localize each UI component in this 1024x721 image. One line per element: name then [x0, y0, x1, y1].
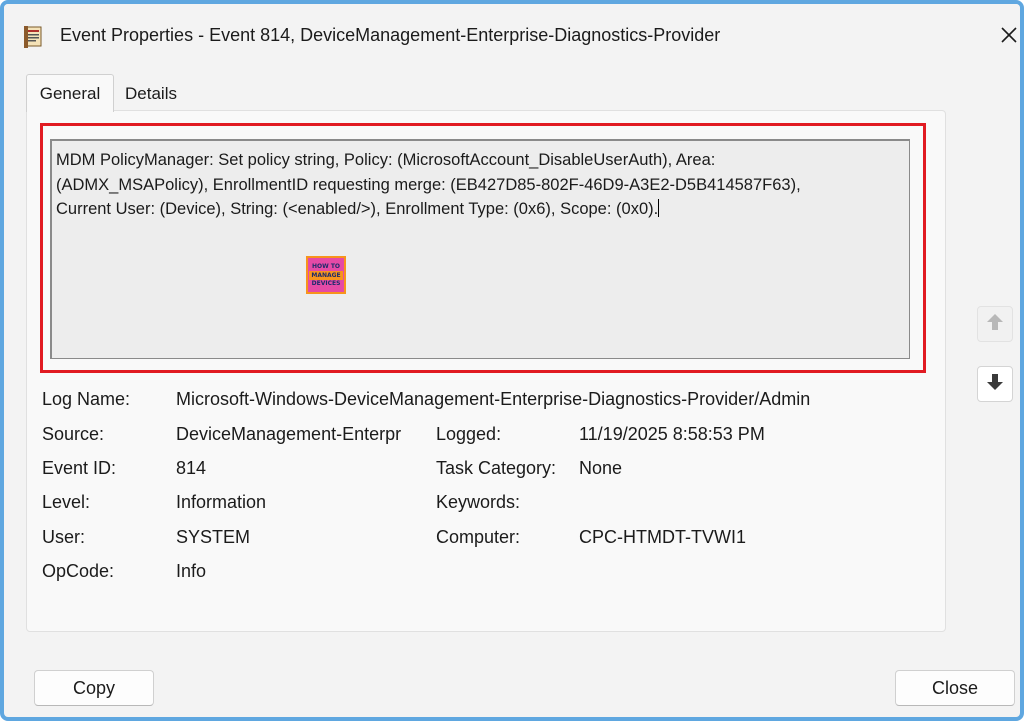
- arrow-down-icon: [985, 372, 1005, 397]
- close-button[interactable]: Close: [895, 670, 1015, 706]
- event-viewer-icon: [24, 26, 44, 48]
- source-value[interactable]: DeviceManagement-Enterpr: [176, 424, 401, 445]
- task-category-value[interactable]: None: [579, 458, 622, 479]
- logged-value[interactable]: 11/19/2025 8:58:53 PM: [579, 424, 765, 445]
- source-label: Source:: [42, 424, 105, 444]
- user-label: User:: [42, 527, 86, 547]
- level-value[interactable]: Information: [176, 492, 266, 513]
- logged-label: Logged:: [436, 424, 502, 444]
- tab-general[interactable]: General: [26, 74, 114, 112]
- keywords-label: Keywords:: [436, 492, 521, 512]
- watermark-logo: HOW TO MANAGE DEVICES: [306, 256, 346, 294]
- arrow-up-icon: [985, 312, 1005, 337]
- watermark-line-3: DEVICES: [311, 280, 341, 287]
- computer-label: Computer:: [436, 527, 521, 547]
- copy-button[interactable]: Copy: [34, 670, 154, 706]
- window-title: Event Properties - Event 814, DeviceMana…: [60, 25, 721, 45]
- description-line-1: MDM PolicyManager: Set policy string, Po…: [56, 151, 716, 169]
- user-value[interactable]: SYSTEM: [176, 527, 250, 548]
- watermark-bar: MANAGE: [309, 271, 343, 280]
- tab-details[interactable]: Details: [116, 78, 186, 110]
- next-event-button[interactable]: [977, 366, 1013, 402]
- text-caret: [658, 199, 660, 217]
- title-bar: Event Properties - Event 814, DeviceMana…: [4, 4, 1020, 66]
- event-description[interactable]: MDM PolicyManager: Set policy string, Po…: [50, 139, 910, 359]
- watermark-line-2: MANAGE: [311, 272, 341, 279]
- log-name-label: Log Name:: [42, 389, 131, 409]
- description-line-3: Current User: (Device), String: (<enable…: [56, 200, 659, 218]
- event-id-label: Event ID:: [42, 458, 117, 478]
- close-icon[interactable]: [994, 20, 1020, 50]
- computer-value[interactable]: CPC-HTMDT-TVWI1: [579, 527, 746, 548]
- task-category-label: Task Category:: [436, 458, 557, 478]
- opcode-label: OpCode:: [42, 561, 115, 581]
- watermark-line-1: HOW TO: [311, 263, 341, 270]
- event-properties-window: Event Properties - Event 814, DeviceMana…: [0, 0, 1024, 721]
- event-id-value[interactable]: 814: [176, 458, 206, 479]
- level-label: Level:: [42, 492, 91, 512]
- opcode-value[interactable]: Info: [176, 561, 206, 582]
- previous-event-button[interactable]: [977, 306, 1013, 342]
- log-name-value[interactable]: Microsoft-Windows-DeviceManagement-Enter…: [176, 389, 810, 410]
- description-line-2: (ADMX_MSAPolicy), EnrollmentID requestin…: [56, 175, 801, 194]
